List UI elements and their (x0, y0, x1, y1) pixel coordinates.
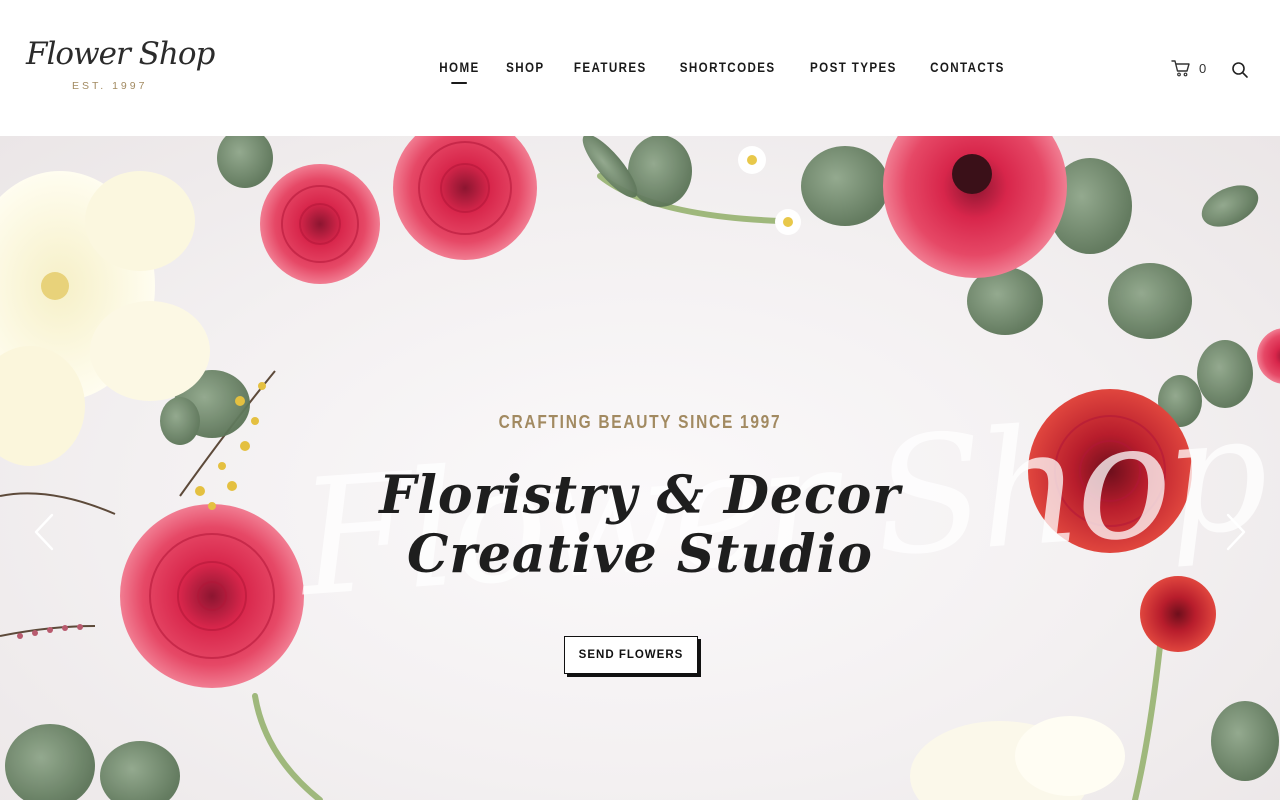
nav-item-post-types[interactable]: POST TYPES (802, 60, 906, 75)
cart-icon (1171, 59, 1191, 77)
nav-item-contacts[interactable]: CONTACTS (922, 60, 1014, 75)
chevron-right-icon (1224, 513, 1248, 556)
slider-prev-button[interactable] (32, 512, 56, 552)
logo-established: EST. 1997 (72, 80, 148, 92)
hero-title-line-1: Floristry & Decor (379, 465, 901, 526)
chevron-left-icon (32, 513, 56, 556)
cart-count: 0 (1199, 60, 1207, 76)
slider-next-button[interactable] (1224, 512, 1248, 552)
main-nav: HOME SHOP FEATURES SHORTCODES POST TYPES… (426, 57, 1021, 84)
hero-slider: Flower Shop CRAFTING BEAUTY SINCE 1997 F… (0, 136, 1280, 800)
nav-item-shortcodes[interactable]: SHORTCODES (671, 60, 784, 75)
cart-button[interactable]: 0 (1171, 58, 1206, 78)
hero-title: Floristry & Decor Creative Studio (290, 466, 990, 584)
logo-wordmark: Flower Shop (26, 36, 215, 72)
nav-item-features[interactable]: FEATURES (565, 60, 655, 75)
hero-title-line-2: Creative Studio (407, 524, 873, 585)
send-flowers-button[interactable]: SEND FLOWERS (564, 636, 698, 674)
nav-item-shop[interactable]: SHOP (497, 60, 553, 75)
logo[interactable]: Flower Shop EST. 1997 (24, 36, 215, 96)
search-icon (1231, 62, 1249, 83)
nav-item-home[interactable]: HOME (431, 60, 489, 84)
hero-tagline: CRAFTING BEAUTY SINCE 1997 (498, 412, 782, 432)
search-button[interactable] (1231, 61, 1249, 79)
site-header: Flower Shop EST. 1997 HOME SHOP FEATURES… (0, 0, 1280, 136)
